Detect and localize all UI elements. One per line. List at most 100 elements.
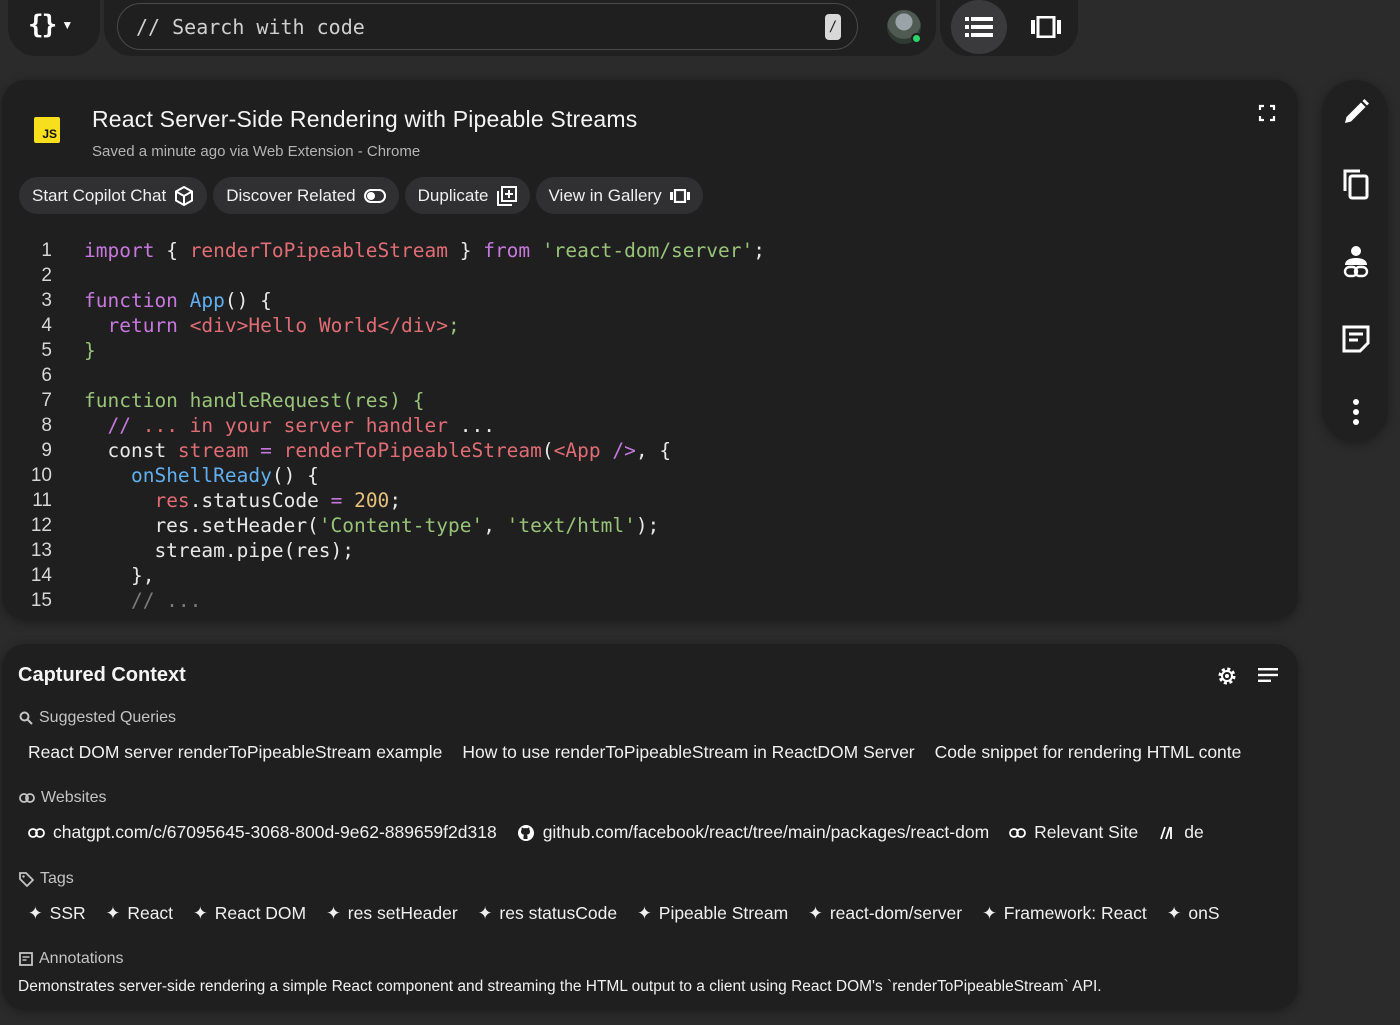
line-number: 5 bbox=[41, 340, 52, 361]
list-view-icon bbox=[965, 17, 993, 37]
code-line: 9 const stream = renderToPipeableStream(… bbox=[18, 438, 1288, 463]
suggested-query[interactable]: How to use renderToPipeableStream in Rea… bbox=[462, 742, 914, 763]
code-line: 4 return <div>Hello World</div>; bbox=[18, 313, 1288, 338]
code-line: 10 onShellReady() { bbox=[18, 463, 1288, 488]
code-line: 15 // ... bbox=[18, 588, 1288, 613]
tag-chip[interactable]: ✦ res setHeader bbox=[326, 903, 458, 924]
sparkle-icon: ✦ bbox=[637, 903, 652, 923]
menu-lines-icon[interactable] bbox=[1258, 667, 1278, 683]
captured-context-title: Captured Context bbox=[18, 664, 186, 686]
copilot-icon bbox=[175, 185, 194, 206]
tag-chip[interactable]: ✦ onS bbox=[1167, 903, 1220, 924]
discover-related-button[interactable]: Discover Related bbox=[213, 177, 399, 214]
line-number: 15 bbox=[30, 590, 52, 611]
gallery-icon bbox=[669, 188, 690, 203]
sparkle-icon: ✦ bbox=[326, 903, 341, 923]
tag-chip[interactable]: ✦ SSR bbox=[28, 903, 86, 924]
snippet-actions: Start Copilot Chat Discover Related Dupl… bbox=[19, 177, 703, 214]
code-line: 5} bbox=[18, 338, 1288, 363]
website-label: de bbox=[1184, 822, 1204, 842]
tag-label: SSR bbox=[49, 903, 86, 923]
section-label-text: Suggested Queries bbox=[39, 709, 176, 726]
duplicate-button[interactable]: Duplicate bbox=[404, 177, 530, 214]
line-number: 6 bbox=[41, 365, 52, 386]
tag-label: react-dom/server bbox=[829, 903, 963, 923]
search-box[interactable]: / bbox=[117, 3, 858, 50]
gallery-view-button[interactable] bbox=[1020, 6, 1072, 48]
tag-chip[interactable]: ✦ Framework: React bbox=[982, 903, 1147, 924]
note-icon bbox=[19, 952, 33, 966]
tag-label: Pipeable Stream bbox=[658, 903, 789, 923]
tags-list: ✦ SSR ✦ React ✦ React DOM ✦ res setHeader ✦ r… bbox=[28, 903, 1284, 924]
sparkle-icon: ✦ bbox=[477, 903, 493, 923]
js-language-icon: JS bbox=[34, 117, 60, 143]
share-link-button[interactable] bbox=[1339, 245, 1373, 279]
expand-icon[interactable] bbox=[1258, 104, 1276, 122]
online-status-dot bbox=[911, 33, 922, 44]
copy-button[interactable] bbox=[1339, 167, 1373, 201]
mdn-icon bbox=[1160, 826, 1173, 839]
list-view-button[interactable] bbox=[951, 0, 1007, 54]
toggle-icon bbox=[363, 188, 386, 203]
action-label: Start Copilot Chat bbox=[32, 185, 167, 205]
website-link[interactable]: chatgpt.com/c/67095645-3068-800d-9e62-88… bbox=[28, 822, 497, 843]
section-label-text: Tags bbox=[40, 870, 74, 887]
line-number: 4 bbox=[41, 315, 52, 336]
tag-chip[interactable]: ✦ res statusCode bbox=[478, 903, 617, 924]
line-number: 10 bbox=[30, 465, 52, 486]
sparkle-icon: ✦ bbox=[193, 903, 208, 923]
tag-label: res statusCode bbox=[499, 903, 618, 923]
gear-icon[interactable] bbox=[1216, 665, 1238, 687]
braces-logo-icon: {} bbox=[28, 10, 57, 40]
tag-chip[interactable]: ✦ Pipeable Stream bbox=[637, 903, 788, 924]
tag-label: res setHeader bbox=[347, 903, 458, 923]
line-number: 12 bbox=[30, 515, 52, 536]
tag-chip[interactable]: ✦ React DOM bbox=[193, 903, 306, 924]
section-label-text: Annotations bbox=[39, 950, 124, 967]
duplicate-icon bbox=[496, 185, 517, 206]
tag-label: Framework: React bbox=[1003, 903, 1147, 923]
snippet-title[interactable]: React Server-Side Rendering with Pipeabl… bbox=[92, 106, 637, 133]
code-editor[interactable]: 1 import { renderToPipeableStream } from … bbox=[18, 238, 1288, 613]
suggested-query[interactable]: React DOM server renderToPipeableStream … bbox=[28, 742, 442, 763]
app-menu-button[interactable]: {} ▼ bbox=[28, 10, 73, 40]
more-vertical-icon bbox=[1353, 399, 1359, 425]
line-number: 8 bbox=[41, 415, 52, 436]
search-input[interactable] bbox=[136, 14, 786, 39]
code-line: 8 // ... in your server handler ... bbox=[18, 413, 1288, 438]
notes-button[interactable] bbox=[1339, 322, 1373, 356]
start-copilot-chat-button[interactable]: Start Copilot Chat bbox=[19, 177, 208, 214]
websites-label: Websites bbox=[19, 789, 107, 807]
suggested-query[interactable]: Code snippet for rendering HTML conte bbox=[935, 742, 1242, 763]
suggested-queries-list: React DOM server renderToPipeableStream … bbox=[28, 742, 1284, 763]
tag-chip[interactable]: ✦ React bbox=[106, 903, 173, 924]
code-line: 3 function App() { bbox=[18, 288, 1288, 313]
top-bar: {} ▼ / bbox=[0, 0, 1090, 58]
view-in-gallery-button[interactable]: View in Gallery bbox=[535, 177, 703, 214]
line-number: 14 bbox=[30, 565, 52, 586]
website-link[interactable]: github.com/facebook/react/tree/main/pack… bbox=[517, 822, 989, 843]
tag-label: onS bbox=[1188, 903, 1220, 923]
gallery-view-icon bbox=[1031, 16, 1061, 38]
link-icon bbox=[1009, 827, 1027, 838]
website-link[interactable]: Relevant Site bbox=[1009, 822, 1138, 843]
more-options-button[interactable] bbox=[1339, 395, 1373, 429]
copy-icon bbox=[1343, 169, 1369, 200]
search-shortcut-key: / bbox=[825, 14, 841, 40]
line-number: 11 bbox=[32, 490, 52, 511]
sparkle-icon: ✦ bbox=[28, 903, 43, 923]
annotation-text[interactable]: Demonstrates server-side rendering a sim… bbox=[18, 978, 1288, 996]
edit-button[interactable] bbox=[1339, 95, 1373, 129]
action-label: Discover Related bbox=[226, 185, 356, 205]
tag-chip[interactable]: ✦ react-dom/server bbox=[808, 903, 962, 924]
website-link[interactable]: de bbox=[1158, 822, 1204, 843]
section-label-text: Websites bbox=[41, 789, 107, 806]
tag-label: React bbox=[127, 903, 174, 923]
line-number: 2 bbox=[41, 265, 52, 286]
line-number: 1 bbox=[41, 240, 52, 261]
line-number: 3 bbox=[41, 290, 52, 311]
code-line: 13 stream.pipe(res); bbox=[18, 538, 1288, 563]
code-line: 6 bbox=[18, 363, 1288, 388]
suggested-queries-label: Suggested Queries bbox=[19, 709, 176, 727]
link-icon bbox=[28, 827, 45, 838]
